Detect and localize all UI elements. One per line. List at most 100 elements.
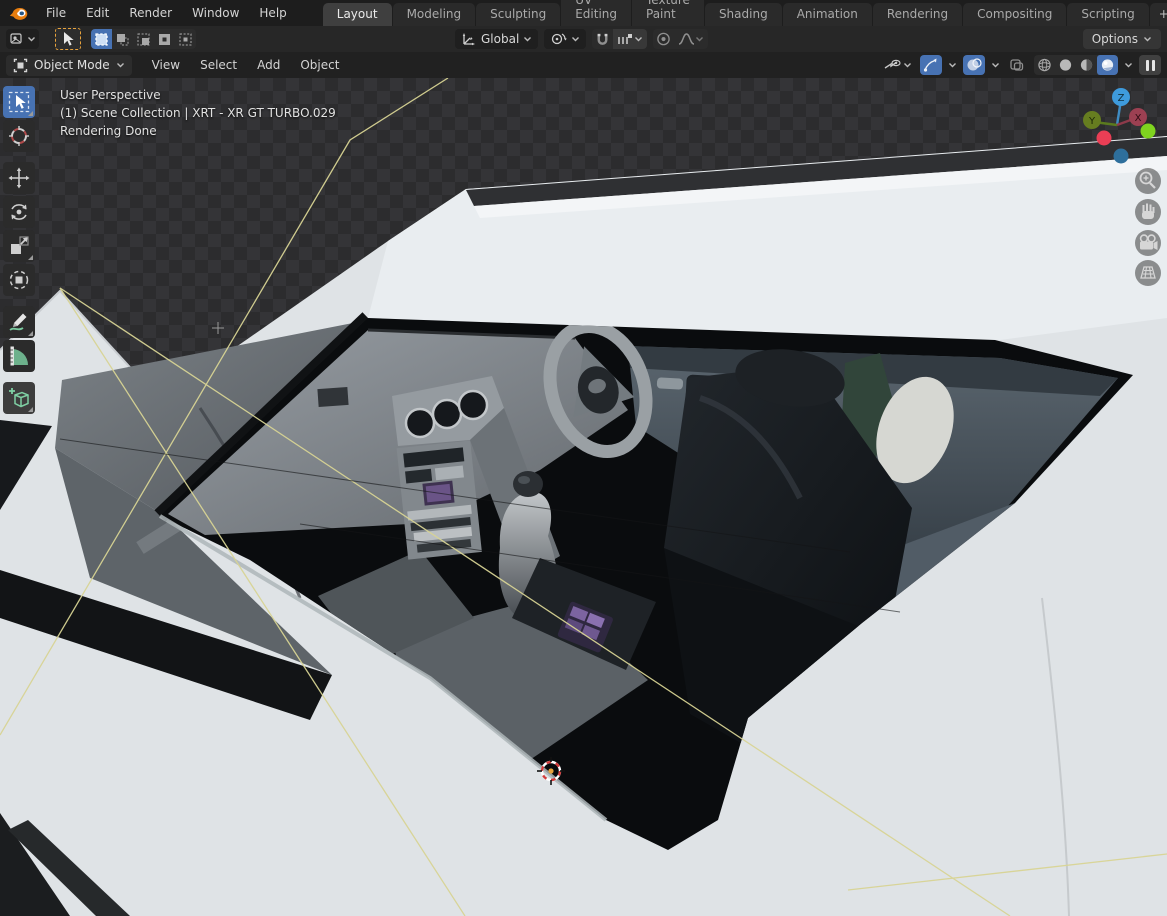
rotate-icon xyxy=(11,204,27,220)
select-mode-invert[interactable] xyxy=(154,29,175,49)
select-subtract-icon xyxy=(137,33,150,45)
tab-sculpting[interactable]: Sculpting xyxy=(476,3,561,26)
view-perspective-label: User Perspective xyxy=(60,88,161,102)
camera-view-button[interactable] xyxy=(1135,230,1161,256)
move-icon xyxy=(8,167,30,189)
pivot-point-icon xyxy=(552,33,567,45)
tool-transform[interactable] xyxy=(3,264,35,296)
tool-cursor[interactable] xyxy=(3,120,35,152)
tab-animation[interactable]: Animation xyxy=(782,3,872,26)
xray-icon xyxy=(1010,59,1024,71)
tab-uv-editing[interactable]: UV Editing xyxy=(561,0,631,26)
snap-toggle[interactable] xyxy=(592,29,613,49)
orthographic-grid-button[interactable] xyxy=(1135,260,1161,286)
add-workspace-button[interactable]: + xyxy=(1149,3,1167,26)
shading-dropdown-chevron[interactable] xyxy=(1124,61,1133,69)
menu-add[interactable]: Add xyxy=(247,52,290,78)
gauge-right xyxy=(457,389,489,421)
tool-rotate[interactable] xyxy=(3,196,35,228)
overlays-icon xyxy=(967,58,982,71)
menu-view[interactable]: View xyxy=(142,52,190,78)
tool-add-cube[interactable] xyxy=(3,382,35,414)
mode-label: Object Mode xyxy=(34,58,110,72)
overlays-toggle[interactable] xyxy=(963,55,985,75)
workspace-tabs: Layout Modeling Sculpting UV Editing Tex… xyxy=(322,0,1167,26)
tab-shading[interactable]: Shading xyxy=(704,3,782,26)
transform-orientation-dropdown[interactable]: Global xyxy=(455,29,539,49)
pan-hand-button[interactable] xyxy=(1135,199,1161,225)
wireframe-sphere-icon xyxy=(1038,58,1051,72)
select-mode-subtract[interactable] xyxy=(133,29,154,49)
annotate-pen-icon xyxy=(9,313,27,331)
3d-viewport[interactable]: Z Y X User Perspective (1) Scene Collect… xyxy=(0,78,1167,916)
snap-with-dropdown[interactable] xyxy=(613,29,648,49)
tab-layout[interactable]: Layout xyxy=(322,3,392,26)
tab-rendering[interactable]: Rendering xyxy=(872,3,963,26)
shading-material[interactable] xyxy=(1076,55,1097,75)
measure-icon xyxy=(10,346,28,366)
tab-modeling[interactable]: Modeling xyxy=(392,3,476,26)
select-intersect-icon xyxy=(179,33,192,45)
active-object-label: (1) Scene Collection | XRT - XR GT TURBO… xyxy=(60,106,336,120)
falloff-dropdown[interactable] xyxy=(674,29,708,49)
gauge-mid xyxy=(431,398,463,430)
shading-wireframe[interactable] xyxy=(1034,55,1055,75)
proportional-circle-icon xyxy=(657,32,671,46)
shading-solid[interactable] xyxy=(1055,55,1076,75)
pause-render-button[interactable] xyxy=(1139,55,1161,75)
object-visibility-dropdown[interactable] xyxy=(881,55,914,75)
editor-type-icon xyxy=(10,33,22,44)
editor-type-selector[interactable] xyxy=(6,29,39,49)
select-mode-extend[interactable] xyxy=(112,29,133,49)
visibility-eye-icon xyxy=(884,59,901,69)
snapping-group xyxy=(592,29,648,49)
chevron-down-icon xyxy=(1144,37,1151,42)
magnet-icon xyxy=(597,33,608,45)
mode-dropdown[interactable]: Object Mode xyxy=(6,54,132,76)
gizmos-toggle[interactable] xyxy=(920,55,942,75)
gizmos-dropdown-chevron[interactable] xyxy=(948,61,957,69)
select-mode-set[interactable] xyxy=(91,29,112,49)
material-sphere-icon xyxy=(1080,59,1093,71)
select-mode-intersect[interactable] xyxy=(175,29,196,49)
pivot-point-dropdown[interactable] xyxy=(544,29,587,49)
menu-render[interactable]: Render xyxy=(119,0,182,26)
tool-select-box[interactable] xyxy=(3,86,35,118)
overlays-dropdown-chevron[interactable] xyxy=(991,61,1000,69)
chevron-down-icon xyxy=(904,63,911,68)
menu-help[interactable]: Help xyxy=(249,0,296,26)
active-tool-indicator[interactable] xyxy=(55,28,81,50)
orientation-axes-icon xyxy=(462,32,475,45)
tool-scale[interactable] xyxy=(3,230,35,262)
menu-file[interactable]: File xyxy=(36,0,76,26)
tool-annotate[interactable] xyxy=(3,306,35,338)
solid-sphere-icon xyxy=(1059,59,1072,71)
tab-texture-paint[interactable]: Texture Paint xyxy=(632,0,704,26)
menu-object[interactable]: Object xyxy=(290,52,349,78)
transform-settings: Global xyxy=(455,29,709,49)
object-mode-icon xyxy=(13,58,28,72)
xray-toggle[interactable] xyxy=(1006,55,1028,75)
menu-edit[interactable]: Edit xyxy=(76,0,119,26)
tab-scripting[interactable]: Scripting xyxy=(1067,3,1149,26)
menu-window[interactable]: Window xyxy=(182,0,249,26)
select-extend-icon xyxy=(117,33,129,45)
proportional-edit-group xyxy=(653,29,709,49)
orientation-label: Global xyxy=(481,32,520,46)
proportional-edit-toggle[interactable] xyxy=(653,29,674,49)
shading-rendered[interactable] xyxy=(1097,55,1118,75)
options-button[interactable]: Options xyxy=(1082,29,1161,49)
viewport-overlay-text: User Perspective (1) Scene Collection | … xyxy=(60,86,336,140)
zoom-button[interactable] xyxy=(1135,168,1161,194)
shading-mode-group xyxy=(1034,55,1118,75)
tool-move[interactable] xyxy=(3,162,35,194)
blender-logo-icon xyxy=(9,7,28,20)
chevron-down-icon xyxy=(28,37,35,42)
tool-measure[interactable] xyxy=(3,340,35,372)
falloff-curve-icon xyxy=(679,33,695,45)
tab-compositing[interactable]: Compositing xyxy=(963,3,1067,26)
topbar: File Edit Render Window Help Layout Mode… xyxy=(0,0,1167,26)
svg-text:Y: Y xyxy=(1088,116,1096,127)
toolbar xyxy=(3,86,37,414)
menu-select[interactable]: Select xyxy=(190,52,247,78)
